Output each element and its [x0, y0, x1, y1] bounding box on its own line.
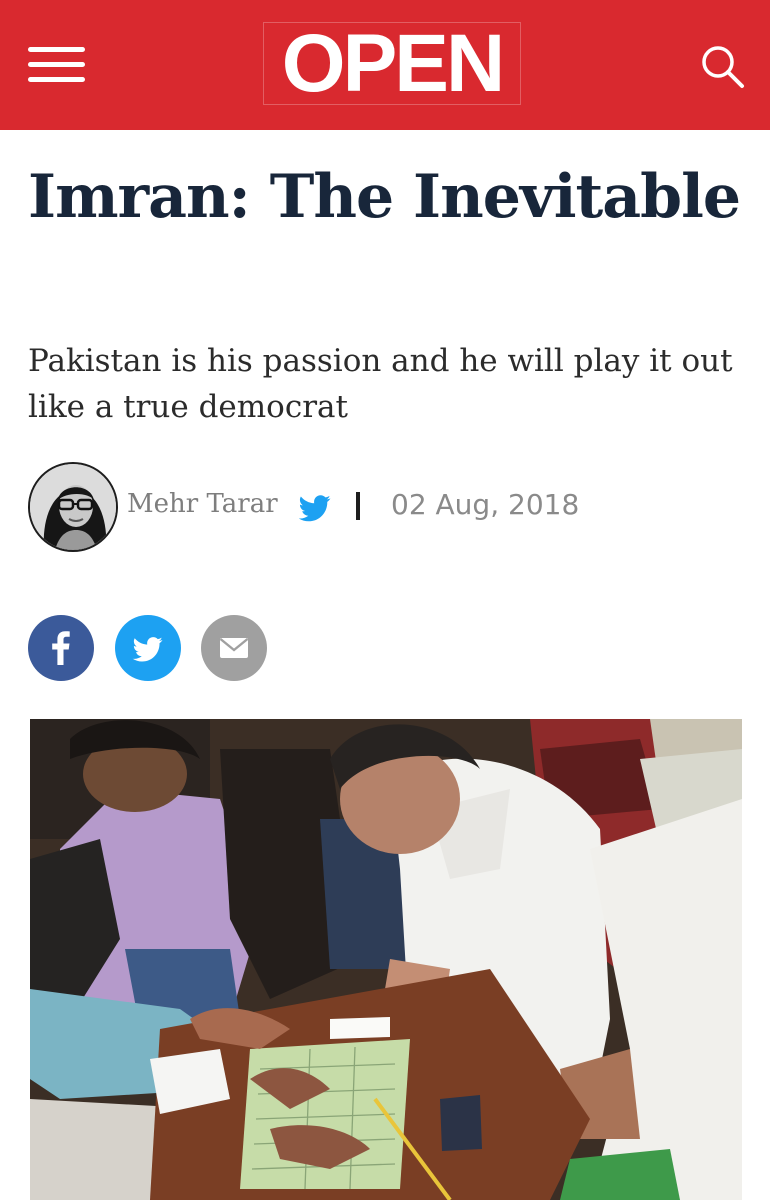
search-icon[interactable]: [698, 42, 746, 90]
article-subtitle: Pakistan is his passion and he will play…: [28, 343, 733, 425]
article-hero-image: [30, 719, 742, 1200]
site-header: OPEN: [0, 0, 770, 130]
email-icon: [219, 638, 249, 658]
facebook-share-button[interactable]: [28, 615, 94, 681]
twitter-icon[interactable]: [298, 495, 331, 522]
byline-divider: [356, 492, 360, 520]
publish-date: 02 Aug, 2018: [391, 488, 580, 521]
author-name[interactable]: Mehr Tarar: [127, 489, 278, 519]
logo-text: OPEN: [281, 18, 505, 109]
email-share-button[interactable]: [201, 615, 267, 681]
hamburger-menu-icon[interactable]: [28, 45, 85, 85]
article-title: Imran: The Inevitable: [28, 162, 741, 232]
twitter-icon: [132, 637, 163, 662]
twitter-share-button[interactable]: [115, 615, 181, 681]
facebook-icon: [52, 631, 70, 665]
site-logo[interactable]: OPEN: [263, 22, 521, 105]
byline: Mehr Tarar 02 Aug, 2018: [28, 462, 748, 556]
author-avatar[interactable]: [28, 462, 118, 552]
hero-photo: [30, 719, 742, 1200]
